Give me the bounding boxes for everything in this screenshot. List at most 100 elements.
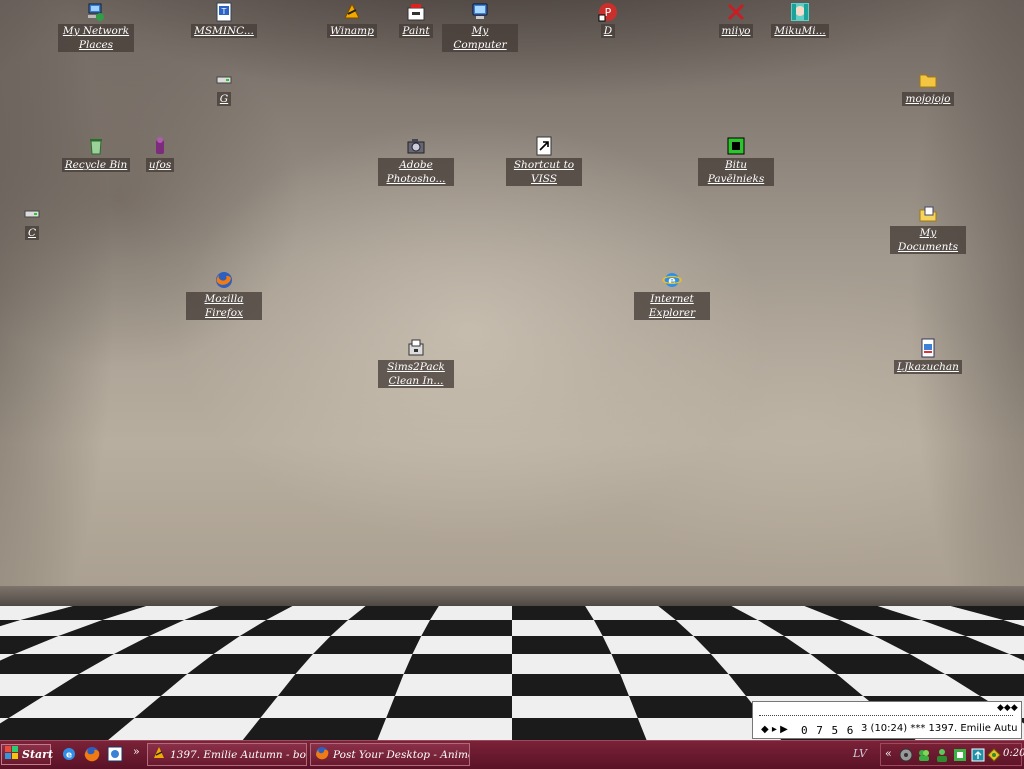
- desktop-icon-msminc[interactable]: T MSMINC...: [186, 2, 262, 38]
- desktop-icon-g[interactable]: G: [186, 70, 262, 106]
- desktop-icon-mojojojo[interactable]: mojojojo: [890, 70, 966, 106]
- quick-launch-ie-icon[interactable]: e: [60, 745, 78, 763]
- quick-launch-explorer-icon[interactable]: [106, 745, 124, 763]
- antivirus-icon[interactable]: [987, 747, 1001, 762]
- desktop-icon-my-network-places[interactable]: My Network Places: [58, 2, 134, 52]
- quick-launch-firefox-icon[interactable]: [83, 745, 101, 763]
- recycle-bin-icon: [86, 136, 106, 156]
- network-status-icon[interactable]: [953, 747, 967, 761]
- desktop-icon-label: G: [216, 92, 232, 106]
- desktop-icon-ljkazuchan[interactable]: LJkazuchan: [890, 338, 966, 374]
- taskbar-item-firefox[interactable]: Post Your Desktop - Anime ...: [310, 743, 470, 766]
- start-button[interactable]: Start: [1, 744, 54, 765]
- anime-icon: [790, 2, 810, 22]
- floor-tile: [629, 696, 764, 718]
- start-label: Start: [22, 748, 54, 761]
- floor-tile: [330, 620, 431, 636]
- volume-icon[interactable]: [899, 747, 913, 762]
- wallpaper-baseboard: [0, 586, 1024, 608]
- floor-tile: [512, 674, 630, 696]
- floor-tile: [421, 620, 512, 636]
- desktop-icon-shortcut-to-viss[interactable]: Shortcut to VISS: [506, 136, 582, 186]
- floor-tile: [512, 718, 647, 740]
- file-icon: [918, 338, 938, 358]
- winamp-mini-player[interactable]: ◆◆◆ ◆ ▸ ▶ 0 7 5 6 3 (10:24) *** 1397. Em…: [752, 701, 1022, 739]
- desktop-icon-label: Adobe Photosho...: [378, 158, 454, 186]
- floor-tile: [512, 636, 612, 654]
- firefox-icon: [315, 746, 329, 763]
- installer-icon: [406, 338, 426, 358]
- taskbar: Start e » 1397. Emilie Autumn - bonus...…: [0, 740, 1024, 769]
- desktop-icon-label: Sims2Pack Clean In...: [378, 360, 454, 388]
- desktop-icon-bitu-pavelnieks[interactable]: Bitu Pavēlnieks: [698, 136, 774, 186]
- update-icon[interactable]: [971, 747, 985, 762]
- desktop-icon-label: MikuMi...: [771, 24, 829, 38]
- desktop-icon-my-computer[interactable]: My Computer: [442, 2, 518, 52]
- computer-icon: [470, 2, 490, 22]
- desktop-icon-adobe-photoshop[interactable]: Adobe Photosho...: [378, 136, 454, 186]
- desktop: My Network Places T MSMINC... Winamp Pai…: [0, 0, 1024, 740]
- windows-logo-icon: [5, 746, 19, 763]
- floor-tile: [377, 718, 512, 740]
- desktop-icon-label: Winamp: [327, 24, 377, 38]
- floor-tile: [611, 654, 729, 674]
- seek-bar[interactable]: [759, 705, 1013, 716]
- desktop-icon-label: C: [24, 226, 40, 240]
- floor-tile: [403, 654, 512, 674]
- ie-icon: e: [662, 270, 682, 290]
- svg-text:T: T: [221, 7, 227, 16]
- floor-tile: [313, 636, 422, 654]
- quick-launch-chevron[interactable]: »: [133, 745, 140, 758]
- floor-tile: [512, 696, 638, 718]
- desktop-icon-label: MSMINC...: [191, 24, 257, 38]
- clock[interactable]: 0:20: [1003, 748, 1024, 759]
- desktop-icon-label: My Computer: [442, 24, 518, 52]
- floor-tile: [593, 620, 694, 636]
- desktop-icon-my-documents[interactable]: My Documents: [890, 204, 966, 254]
- floor-tile: [620, 674, 747, 696]
- floor-tile: [430, 606, 512, 620]
- floor-tile: [512, 606, 594, 620]
- floor-tile: [386, 696, 512, 718]
- desktop-icon-mozilla-firefox[interactable]: Mozilla Firefox: [186, 270, 262, 320]
- floor-tile: [277, 674, 404, 696]
- desktop-icon-internet-explorer[interactable]: e Internet Explorer: [634, 270, 710, 320]
- desktop-icon-label: Recycle Bin: [61, 158, 131, 172]
- network-places-icon: [86, 2, 106, 22]
- language-indicator[interactable]: LV: [853, 747, 867, 760]
- floor-tile: [295, 654, 413, 674]
- taskbar-item-winamp[interactable]: 1397. Emilie Autumn - bonus...: [147, 743, 307, 766]
- desktop-icon-ufos[interactable]: ufos: [122, 136, 198, 172]
- svg-text:P: P: [605, 6, 612, 19]
- document-icon: T: [214, 2, 234, 22]
- system-tray: « 0:20: [880, 743, 1024, 766]
- desktop-icon-label: LJkazuchan: [894, 360, 962, 374]
- floor-tile: [412, 636, 512, 654]
- floor-tile: [242, 718, 387, 740]
- drive-icon: [22, 204, 42, 224]
- shortcut-icon: P: [598, 2, 618, 22]
- desktop-icon-sims2pack-clean-installer[interactable]: Sims2Pack Clean In...: [378, 338, 454, 388]
- desktop-icon-label: ufos: [145, 158, 175, 172]
- desktop-icon-label: Mozilla Firefox: [186, 292, 262, 320]
- desktop-icon-d[interactable]: P D: [570, 2, 646, 38]
- desktop-icon-c[interactable]: C: [0, 204, 70, 240]
- drive-icon: [214, 70, 234, 90]
- desktop-icon-mikumi[interactable]: MikuMi...: [762, 2, 838, 38]
- desktop-icon-label: mojojojo: [902, 92, 954, 106]
- tray-expand-chevron[interactable]: «: [885, 747, 892, 760]
- user-status-icon[interactable]: [935, 747, 949, 762]
- floor-tile: [512, 654, 621, 674]
- x-icon: [726, 2, 746, 22]
- window-controls-icon[interactable]: ◆◆◆: [997, 703, 1018, 713]
- messenger-icon[interactable]: [917, 747, 931, 761]
- desktop-icon-label: Shortcut to VISS: [506, 158, 582, 186]
- documents-icon: [918, 204, 938, 224]
- desktop-icon-label: My Network Places: [58, 24, 134, 52]
- shortcut-icon: [534, 136, 554, 156]
- winamp-icon: [152, 746, 166, 763]
- desktop-icon-label: My Documents: [890, 226, 966, 254]
- playback-controls-icon[interactable]: ◆ ▸ ▶: [761, 724, 788, 735]
- playback-time: 0 7 5 6: [801, 724, 855, 737]
- floor-tile: [108, 718, 261, 740]
